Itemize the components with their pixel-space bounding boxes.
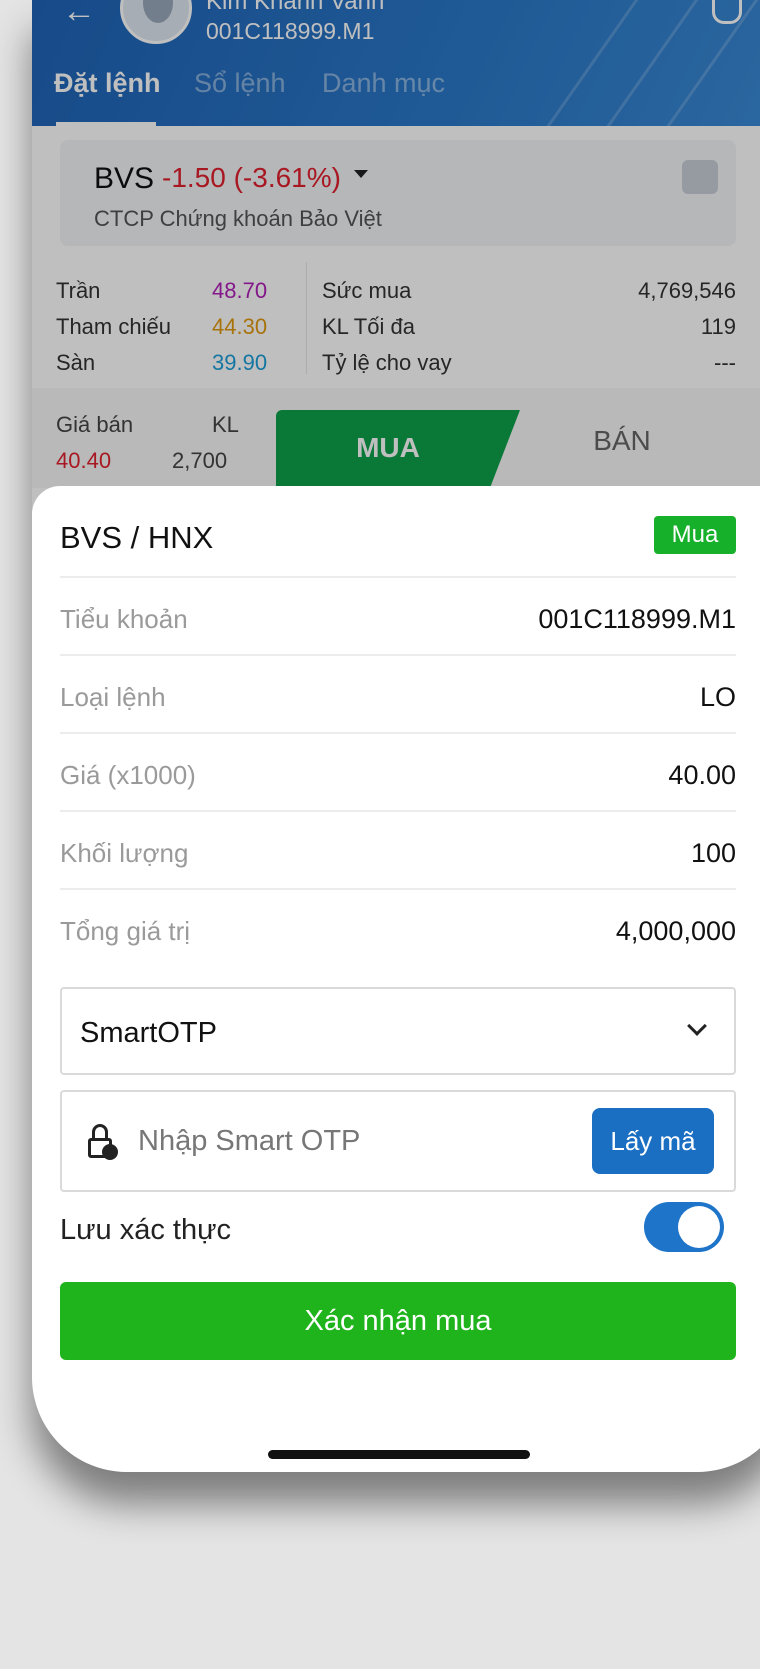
detail-row-order-type: Loại lệnh LO [60,654,736,732]
home-indicator [268,1450,530,1459]
detail-row-price: Giá (x1000) 40.00 [60,732,736,810]
row-label: Loại lệnh [60,682,166,712]
phone-screen: ← Kim Khánh Vanh 001C118999.M1 Đặt lệnh … [32,0,760,1472]
confirm-buy-button[interactable]: Xác nhận mua [60,1282,736,1360]
detail-row-volume: Khối lượng 100 [60,810,736,888]
row-label: Giá (x1000) [60,760,196,790]
auth-method-value: SmartOTP [80,1017,217,1049]
row-value: 40.00 [668,760,736,790]
detail-row-subaccount: Tiểu khoản 001C118999.M1 [60,576,736,654]
row-value: LO [699,682,736,712]
lock-clock-icon [88,1124,118,1160]
row-value: 4,000,000 [615,916,736,946]
otp-field-container: Lấy mã [60,1090,736,1192]
sheet-title: BVS / HNX [60,520,214,555]
otp-input[interactable] [138,1116,538,1166]
order-confirm-sheet: BVS / HNX Mua Tiểu khoản 001C118999.M1 L… [32,486,760,1472]
row-label: Tổng giá trị [60,916,191,946]
row-value: 001C118999.M1 [538,604,736,634]
save-auth-label: Lưu xác thực [60,1214,232,1246]
side-badge: Mua [654,516,736,554]
row-label: Tiểu khoản [60,604,188,634]
detail-row-total: Tổng giá trị 4,000,000 [60,888,736,966]
save-auth-toggle[interactable] [644,1202,724,1252]
auth-method-select[interactable]: SmartOTP [60,987,736,1075]
get-code-button[interactable]: Lấy mã [592,1108,714,1174]
row-value: 100 [690,838,736,868]
chevron-down-icon [687,1016,707,1036]
row-label: Khối lượng [60,838,189,868]
